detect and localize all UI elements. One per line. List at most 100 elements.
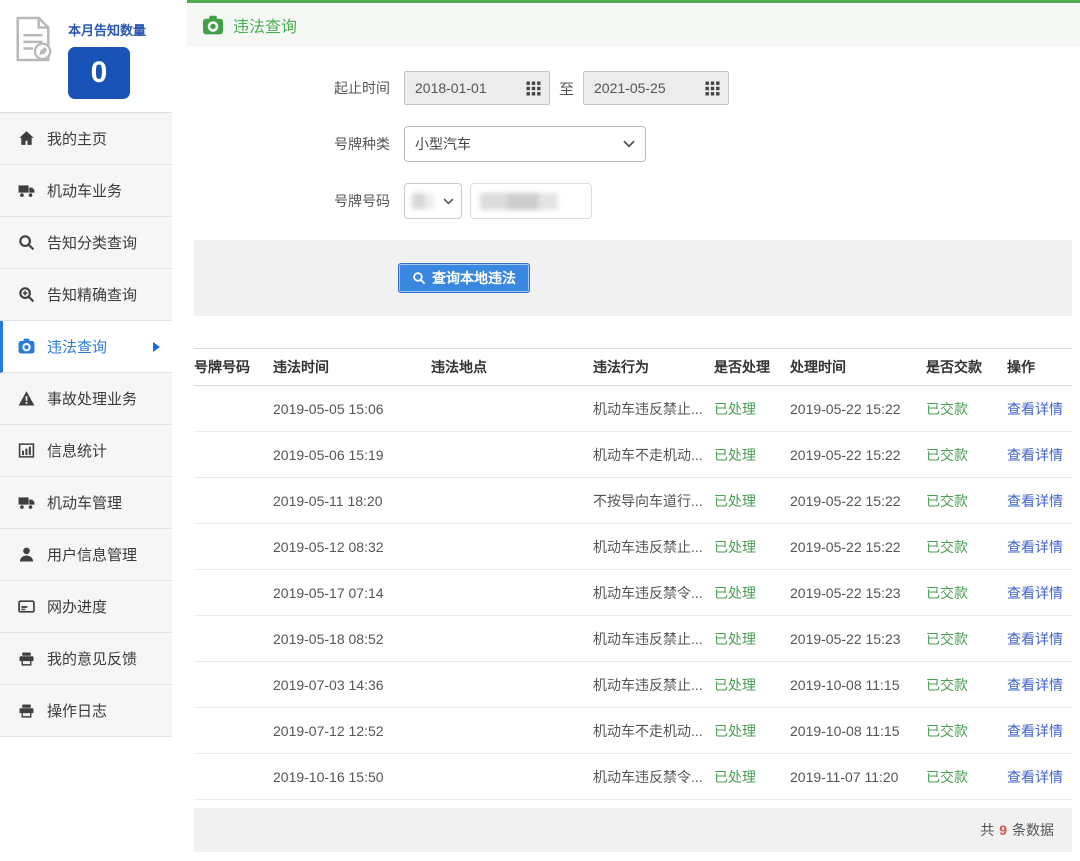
view-detail-link[interactable]: 查看详情 bbox=[1007, 539, 1063, 555]
action-cell: 查看详情 bbox=[1007, 721, 1072, 741]
paid-status: 已交款 bbox=[926, 399, 1007, 419]
plate-type-label: 号牌种类 bbox=[194, 134, 390, 154]
view-detail-link[interactable]: 查看详情 bbox=[1007, 769, 1063, 785]
view-detail-link[interactable]: 查看详情 bbox=[1007, 677, 1063, 693]
violations-table: 号牌号码违法时间违法地点违法行为是否处理处理时间是否交款操作 2019-05-0… bbox=[194, 348, 1072, 800]
chart-icon bbox=[18, 442, 35, 459]
search-icon bbox=[18, 234, 35, 251]
start-date-value: 2018-01-01 bbox=[405, 80, 522, 96]
redacted-plate-value bbox=[480, 193, 558, 210]
column-header: 操作 bbox=[1007, 357, 1072, 377]
action-cell: 查看详情 bbox=[1007, 537, 1072, 557]
table-footer: 共 9 条数据 bbox=[194, 808, 1072, 852]
table-row: 2019-05-18 08:52机动车违反禁止...已处理2019-05-22 … bbox=[194, 616, 1072, 662]
sidebar-item-violation-query[interactable]: 违法查询 bbox=[0, 321, 172, 373]
sidebar-item-vehicle-management[interactable]: 机动车管理 bbox=[0, 477, 172, 529]
sidebar-item-label: 违法查询 bbox=[47, 336, 107, 357]
column-header: 是否交款 bbox=[926, 357, 1007, 377]
table-row: 2019-05-05 15:06机动车违反禁止...已处理2019-05-22 … bbox=[194, 386, 1072, 432]
sidebar-item-my-feedback[interactable]: 我的意见反馈 bbox=[0, 633, 172, 685]
sidebar-item-home[interactable]: 我的主页 bbox=[0, 113, 172, 165]
warning-icon bbox=[18, 390, 35, 407]
camera-icon bbox=[18, 338, 35, 355]
total-count-suffix: 条数据 bbox=[1012, 820, 1054, 840]
chevron-down-icon bbox=[623, 140, 635, 148]
page-header: 违法查询 bbox=[187, 3, 1080, 47]
monthly-notice-count-badge: 0 bbox=[68, 47, 130, 99]
sidebar-item-online-progress[interactable]: 网办进度 bbox=[0, 581, 172, 633]
column-header: 是否处理 bbox=[714, 357, 790, 377]
search-local-violations-button[interactable]: 查询本地违法 bbox=[398, 263, 530, 293]
card-icon bbox=[18, 598, 35, 615]
violation-time-cell: 2019-07-03 14:36 bbox=[273, 677, 431, 693]
view-detail-link[interactable]: 查看详情 bbox=[1007, 401, 1063, 417]
sidebar-item-label: 机动车管理 bbox=[47, 492, 122, 513]
table-body: 2019-05-05 15:06机动车违反禁止...已处理2019-05-22 … bbox=[194, 386, 1072, 800]
sidebar-menu: 我的主页机动车业务告知分类查询告知精确查询违法查询事故处理业务信息统计机动车管理… bbox=[0, 113, 172, 737]
date-range-separator: 至 bbox=[559, 78, 574, 99]
violation-behavior-cell: 机动车违反禁止... bbox=[593, 675, 714, 695]
sidebar-item-notice-category-query[interactable]: 告知分类查询 bbox=[0, 217, 172, 269]
user-icon bbox=[18, 546, 35, 563]
sidebar-item-notice-exact-query[interactable]: 告知精确查询 bbox=[0, 269, 172, 321]
violation-time-cell: 2019-05-05 15:06 bbox=[273, 401, 431, 417]
table-row: 2019-05-06 15:19机动车不走机动...已处理2019-05-22 … bbox=[194, 432, 1072, 478]
view-detail-link[interactable]: 查看详情 bbox=[1007, 493, 1063, 509]
sidebar-item-info-statistics[interactable]: 信息统计 bbox=[0, 425, 172, 477]
process-time-cell: 2019-11-07 11:20 bbox=[790, 769, 926, 785]
sidebar-item-user-info-management[interactable]: 用户信息管理 bbox=[0, 529, 172, 581]
sidebar-item-operation-log[interactable]: 操作日志 bbox=[0, 685, 172, 737]
sidebar-item-label: 我的意见反馈 bbox=[47, 648, 137, 669]
sidebar-item-label: 告知分类查询 bbox=[47, 232, 137, 253]
paid-status: 已交款 bbox=[926, 491, 1007, 511]
plate-province-select[interactable] bbox=[404, 183, 462, 219]
process-time-cell: 2019-10-08 11:15 bbox=[790, 723, 926, 739]
plate-number-input[interactable] bbox=[470, 183, 592, 219]
sidebar-item-label: 信息统计 bbox=[47, 440, 107, 461]
plate-number-label: 号牌号码 bbox=[194, 191, 390, 211]
sidebar-item-label: 操作日志 bbox=[47, 700, 107, 721]
process-time-cell: 2019-10-08 11:15 bbox=[790, 677, 926, 693]
handled-status: 已处理 bbox=[714, 537, 790, 557]
sidebar-item-label: 用户信息管理 bbox=[47, 544, 137, 565]
document-edit-icon bbox=[12, 16, 54, 62]
plate-type-value: 小型汽车 bbox=[415, 134, 623, 154]
sidebar-item-accident-business[interactable]: 事故处理业务 bbox=[0, 373, 172, 425]
calendar-icon[interactable] bbox=[522, 81, 549, 96]
paid-status: 已交款 bbox=[926, 721, 1007, 741]
truck-icon bbox=[18, 182, 35, 199]
home-icon bbox=[18, 130, 35, 147]
end-date-input[interactable]: 2021-05-25 bbox=[583, 71, 729, 105]
violation-behavior-cell: 机动车违反禁止... bbox=[593, 537, 714, 557]
view-detail-link[interactable]: 查看详情 bbox=[1007, 447, 1063, 463]
paid-status: 已交款 bbox=[926, 767, 1007, 787]
table-header-row: 号牌号码违法时间违法地点违法行为是否处理处理时间是否交款操作 bbox=[194, 348, 1072, 386]
monthly-notice-panel: 本月告知数量 0 bbox=[0, 0, 172, 113]
column-header: 号牌号码 bbox=[194, 357, 273, 377]
action-cell: 查看详情 bbox=[1007, 445, 1072, 465]
view-detail-link[interactable]: 查看详情 bbox=[1007, 585, 1063, 601]
action-cell: 查看详情 bbox=[1007, 767, 1072, 787]
sidebar-item-vehicle-business[interactable]: 机动车业务 bbox=[0, 165, 172, 217]
plate-type-select[interactable]: 小型汽车 bbox=[404, 126, 646, 162]
total-count-prefix: 共 bbox=[980, 820, 994, 840]
table-row: 2019-10-16 15:50机动车违反禁令...已处理2019-11-07 … bbox=[194, 754, 1072, 800]
action-cell: 查看详情 bbox=[1007, 583, 1072, 603]
column-header: 违法时间 bbox=[273, 357, 431, 377]
start-date-input[interactable]: 2018-01-01 bbox=[404, 71, 550, 105]
violation-time-cell: 2019-07-12 12:52 bbox=[273, 723, 431, 739]
handled-status: 已处理 bbox=[714, 445, 790, 465]
paid-status: 已交款 bbox=[926, 537, 1007, 557]
view-detail-link[interactable]: 查看详情 bbox=[1007, 631, 1063, 647]
violation-behavior-cell: 机动车不走机动... bbox=[593, 445, 714, 465]
process-time-cell: 2019-05-22 15:23 bbox=[790, 631, 926, 647]
column-header: 违法地点 bbox=[431, 357, 593, 377]
process-time-cell: 2019-05-22 15:22 bbox=[790, 401, 926, 417]
sidebar-item-label: 机动车业务 bbox=[47, 180, 122, 201]
view-detail-link[interactable]: 查看详情 bbox=[1007, 723, 1063, 739]
paid-status: 已交款 bbox=[926, 445, 1007, 465]
calendar-icon[interactable] bbox=[701, 81, 728, 96]
table-row: 2019-07-03 14:36机动车违反禁止...已处理2019-10-08 … bbox=[194, 662, 1072, 708]
handled-status: 已处理 bbox=[714, 629, 790, 649]
table-row: 2019-05-17 07:14机动车违反禁令...已处理2019-05-22 … bbox=[194, 570, 1072, 616]
